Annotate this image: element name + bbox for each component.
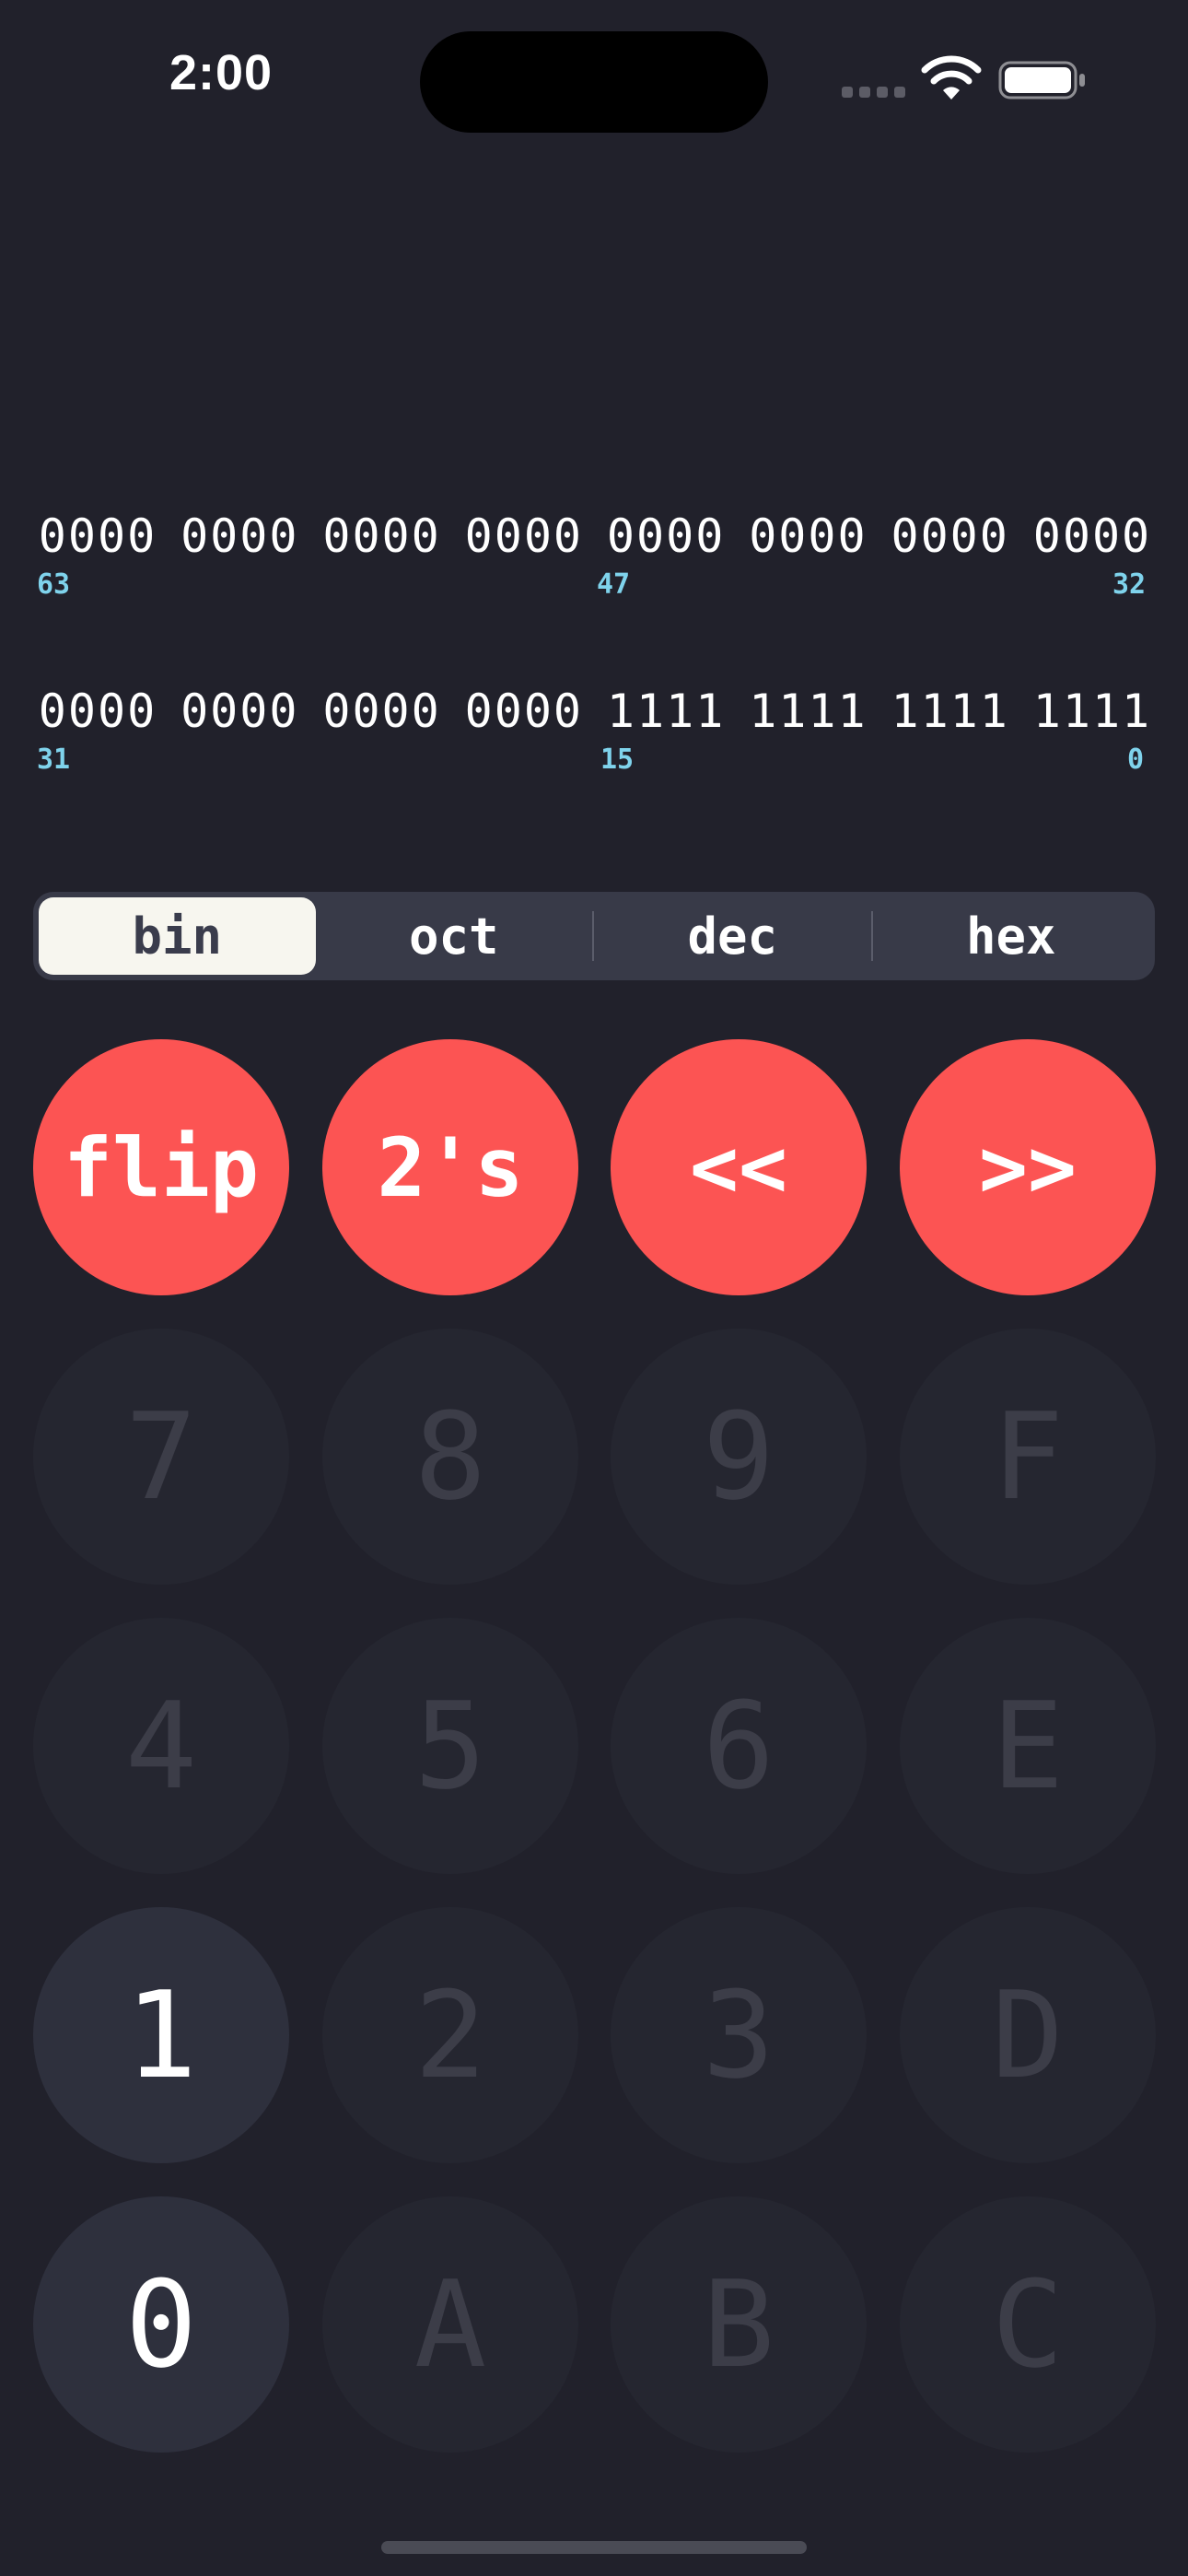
key-8: 8	[322, 1329, 578, 1585]
segment-bin[interactable]: bin	[39, 897, 316, 975]
bit-index-47: 47	[597, 568, 631, 601]
bit-group[interactable]: 0000	[33, 509, 162, 564]
bit-index-15: 15	[600, 744, 635, 776]
bit-group[interactable]: 0000	[886, 509, 1015, 564]
bit-group[interactable]: 1111	[886, 684, 1015, 739]
segment-hex[interactable]: hex	[873, 897, 1150, 975]
key-f: F	[900, 1329, 1156, 1585]
dynamic-island	[420, 31, 768, 133]
key-b: B	[611, 2196, 867, 2453]
bit-group[interactable]: 0000	[33, 684, 162, 739]
wifi-icon	[921, 55, 982, 100]
bit-group[interactable]: 0000	[318, 509, 447, 564]
bit-index-63: 63	[37, 568, 71, 601]
key-0[interactable]: 0	[33, 2196, 289, 2453]
home-indicator[interactable]	[381, 2541, 807, 2554]
bit-group[interactable]: 0000	[460, 684, 588, 739]
shift-left-button[interactable]: <<	[611, 1039, 867, 1295]
key-7: 7	[33, 1329, 289, 1585]
segment-dec[interactable]: dec	[594, 897, 871, 975]
bit-group[interactable]: 0000	[175, 509, 304, 564]
bit-group[interactable]: 0000	[601, 509, 730, 564]
bit-index-31: 31	[37, 744, 71, 776]
key-a: A	[322, 2196, 578, 2453]
bit-group[interactable]: 0000	[460, 509, 588, 564]
bit-group[interactable]: 0000	[743, 509, 872, 564]
segment-oct[interactable]: oct	[316, 897, 593, 975]
bit-index-32: 32	[1112, 568, 1147, 601]
key-3: 3	[611, 1907, 867, 2163]
battery-icon	[998, 61, 1085, 100]
key-2: 2	[322, 1907, 578, 2163]
base-segmented-control: bin oct dec hex	[33, 892, 1155, 980]
key-4: 4	[33, 1618, 289, 1874]
twos-complement-button[interactable]: 2's	[322, 1039, 578, 1295]
key-6: 6	[611, 1618, 867, 1874]
flip-button[interactable]: flip	[33, 1039, 289, 1295]
bit-index-0: 0	[1127, 744, 1145, 776]
bit-group[interactable]: 1111	[1028, 684, 1157, 739]
bit-group[interactable]: 0000	[318, 684, 447, 739]
bit-group[interactable]: 1111	[743, 684, 872, 739]
cellular-signal-icon	[842, 87, 906, 98]
key-1[interactable]: 1	[33, 1907, 289, 2163]
key-e: E	[900, 1618, 1156, 1874]
bit-group[interactable]: 0000	[1028, 509, 1157, 564]
key-5: 5	[322, 1618, 578, 1874]
bit-group[interactable]: 0000	[175, 684, 304, 739]
status-time: 2:00	[169, 45, 274, 100]
bit-group[interactable]: 1111	[601, 684, 730, 739]
shift-right-button[interactable]: >>	[900, 1039, 1156, 1295]
key-c: C	[900, 2196, 1156, 2453]
key-9: 9	[611, 1329, 867, 1585]
key-d: D	[900, 1907, 1156, 2163]
